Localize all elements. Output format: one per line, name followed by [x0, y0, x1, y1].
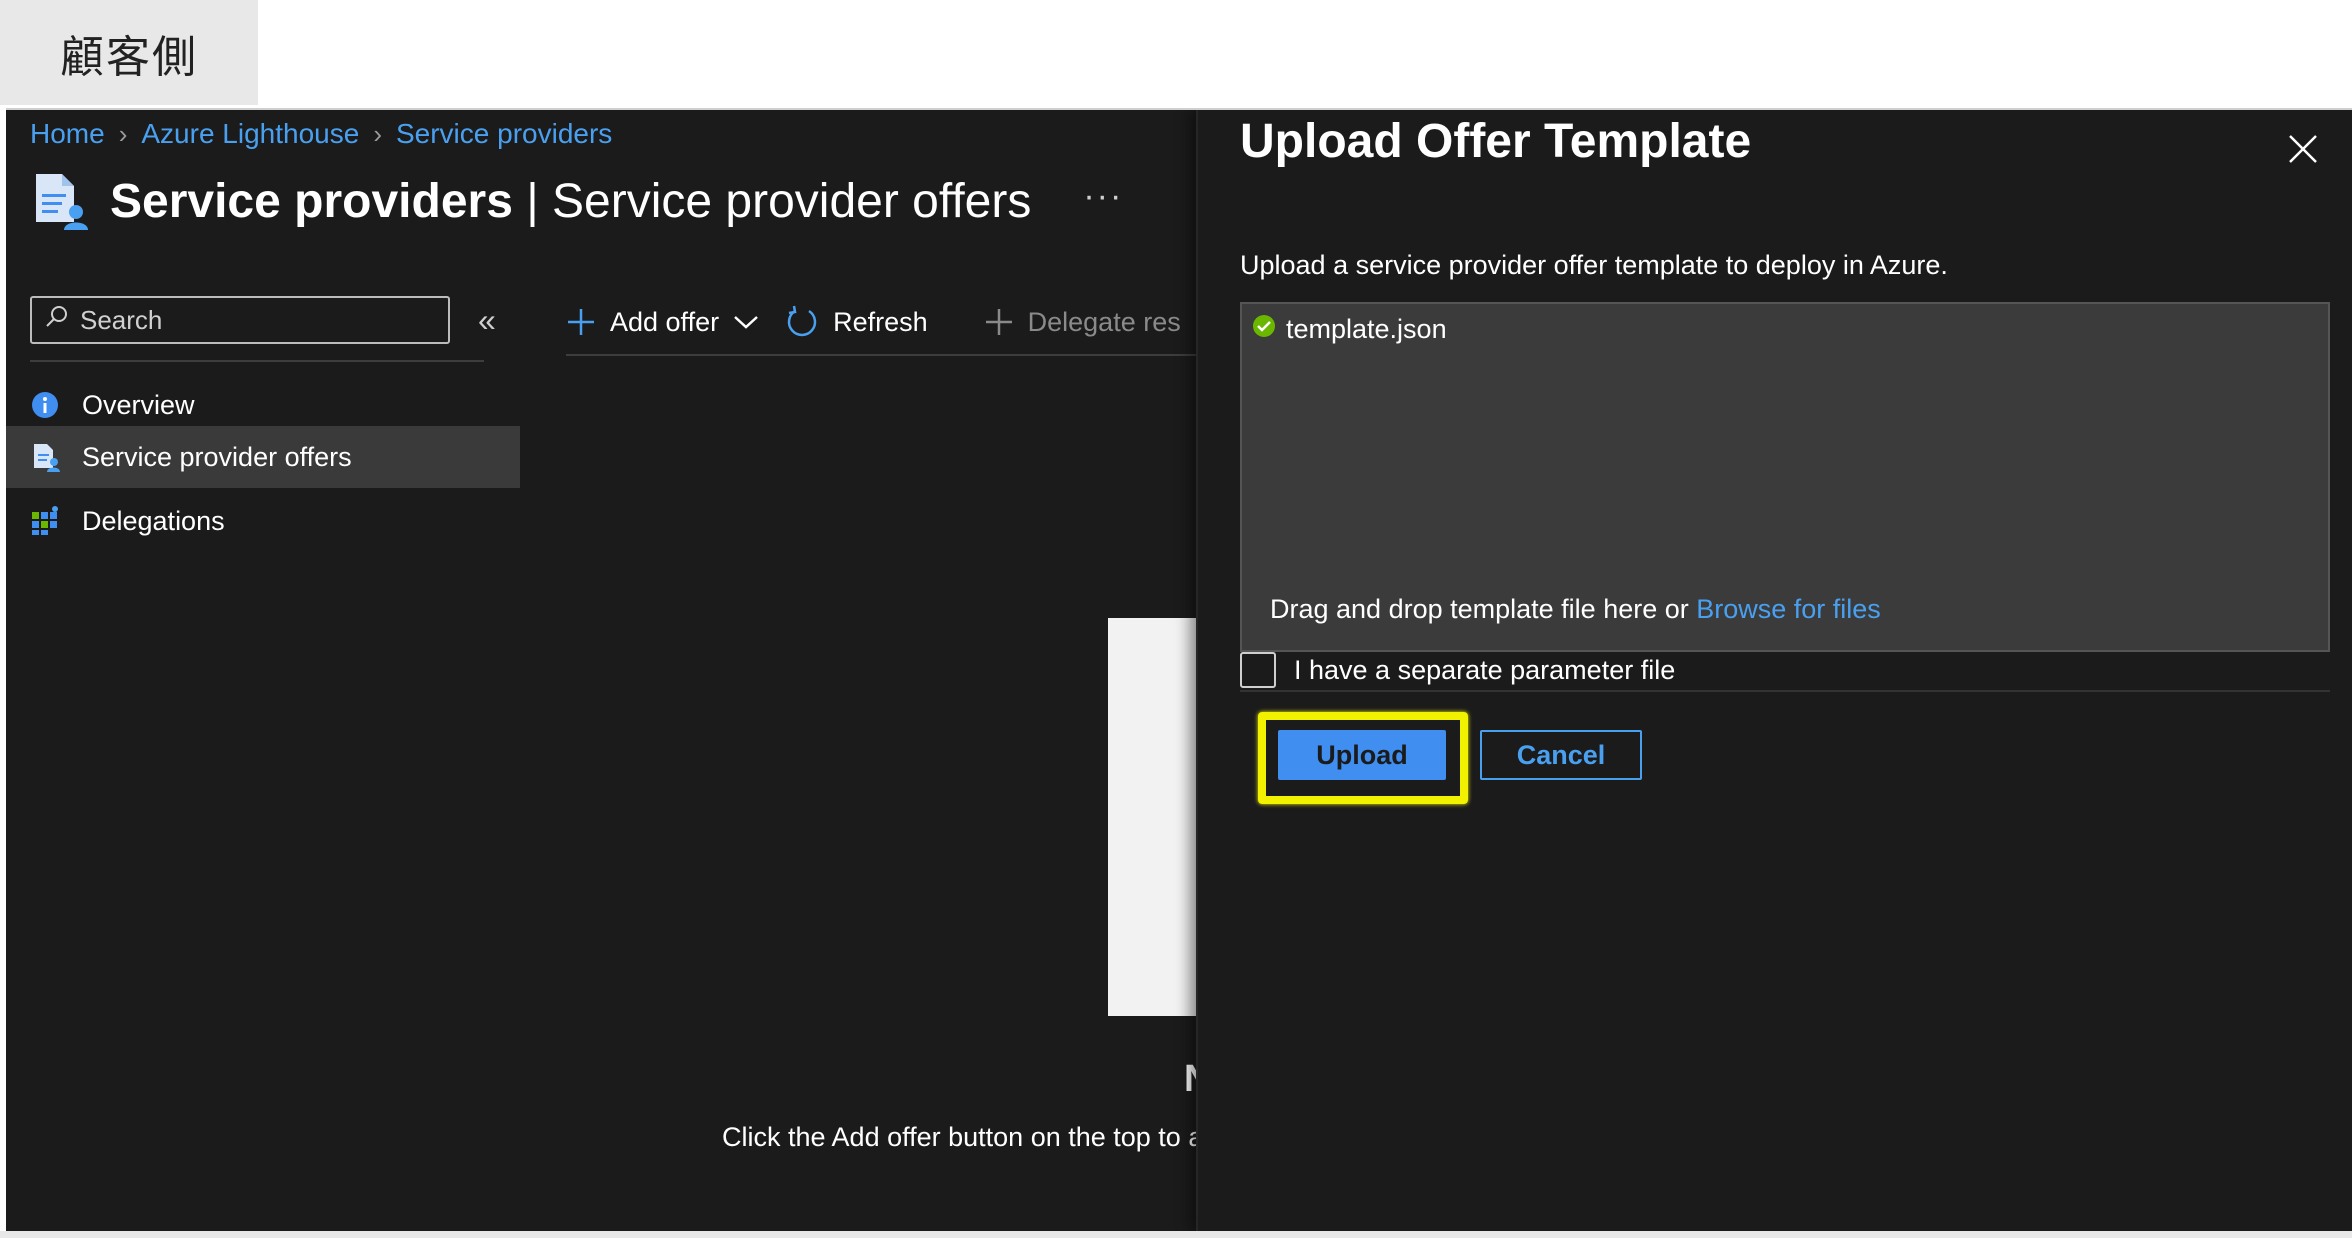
panel-title: Upload Offer Template [1240, 115, 1752, 168]
breadcrumb-service-providers[interactable]: Service providers [396, 118, 612, 150]
refresh-label: Refresh [833, 306, 928, 337]
sidebar-item-label: Overview [82, 389, 195, 420]
delegate-label: Delegate res [1027, 306, 1181, 337]
more-options-icon[interactable]: ··· [1083, 177, 1123, 216]
page-header: Service providers | Service provider off… [28, 170, 1123, 232]
sidebar-item-label: Delegations [82, 505, 225, 536]
close-icon[interactable] [2286, 132, 2320, 166]
uploaded-file-item: template.json [1252, 314, 1447, 345]
parameter-file-checkbox[interactable] [1240, 652, 1276, 688]
delegate-resources-button[interactable]: Delegate res [984, 307, 1181, 338]
caption-tab: 顧客側 [0, 0, 258, 105]
search-placeholder: Search [80, 304, 163, 335]
parameter-file-label: I have a separate parameter file [1294, 654, 1676, 685]
sidebar-divider [30, 360, 484, 362]
collapse-sidebar-icon[interactable]: « [478, 302, 496, 339]
check-circle-icon [1252, 314, 1276, 345]
grid-icon [30, 506, 60, 536]
page-title: Service providers | Service provider off… [110, 174, 1032, 228]
plus-icon [566, 307, 596, 337]
breadcrumb-azure-lighthouse[interactable]: Azure Lighthouse [141, 118, 359, 150]
empty-state-description: Click the Add offer button on the top to… [722, 1122, 1202, 1152]
offer-document-icon [30, 442, 60, 472]
file-drop-zone[interactable]: template.json Drag and drop template fil… [1240, 302, 2330, 652]
parameter-file-option[interactable]: I have a separate parameter file [1240, 652, 1675, 688]
chevron-down-icon [733, 314, 759, 330]
info-icon [30, 390, 60, 420]
chevron-right-icon: › [373, 118, 382, 149]
search-icon [44, 304, 70, 337]
chevron-right-icon: › [118, 118, 128, 149]
breadcrumb-home[interactable]: Home [30, 118, 105, 150]
add-offer-button[interactable]: Add offer [566, 307, 759, 338]
cancel-button[interactable]: Cancel [1480, 730, 1642, 780]
sidebar-item-label: Service provider offers [82, 441, 352, 472]
sidebar-item-service-provider-offers[interactable]: Service provider offers [6, 426, 520, 488]
panel-description: Upload a service provider offer template… [1240, 250, 1948, 280]
sidebar-item-delegations[interactable]: Delegations [6, 490, 520, 552]
add-offer-label: Add offer [610, 306, 720, 337]
toolbar-divider [566, 354, 1202, 356]
upload-offer-panel: Upload Offer Template Upload a service p… [1196, 110, 2352, 1231]
azure-portal-screen: Home › Azure Lighthouse › Service provid… [6, 108, 2352, 1231]
refresh-icon [785, 305, 819, 339]
breadcrumb: Home › Azure Lighthouse › Service provid… [30, 118, 612, 150]
plus-icon [984, 307, 1014, 337]
empty-state-illustration [1108, 618, 1202, 1016]
drop-instructions: Drag and drop template file here or Brow… [1270, 594, 1881, 624]
upload-button[interactable]: Upload [1278, 730, 1446, 780]
file-name: template.json [1286, 314, 1447, 344]
command-bar: Add offer Refresh Delegate res [566, 296, 1206, 348]
panel-divider [1240, 690, 2330, 692]
browse-files-link[interactable]: Browse for files [1696, 594, 1881, 624]
search-input[interactable]: Search [30, 296, 450, 344]
refresh-button[interactable]: Refresh [785, 305, 928, 339]
service-provider-icon [28, 170, 90, 232]
bottom-strip [0, 1231, 2352, 1238]
